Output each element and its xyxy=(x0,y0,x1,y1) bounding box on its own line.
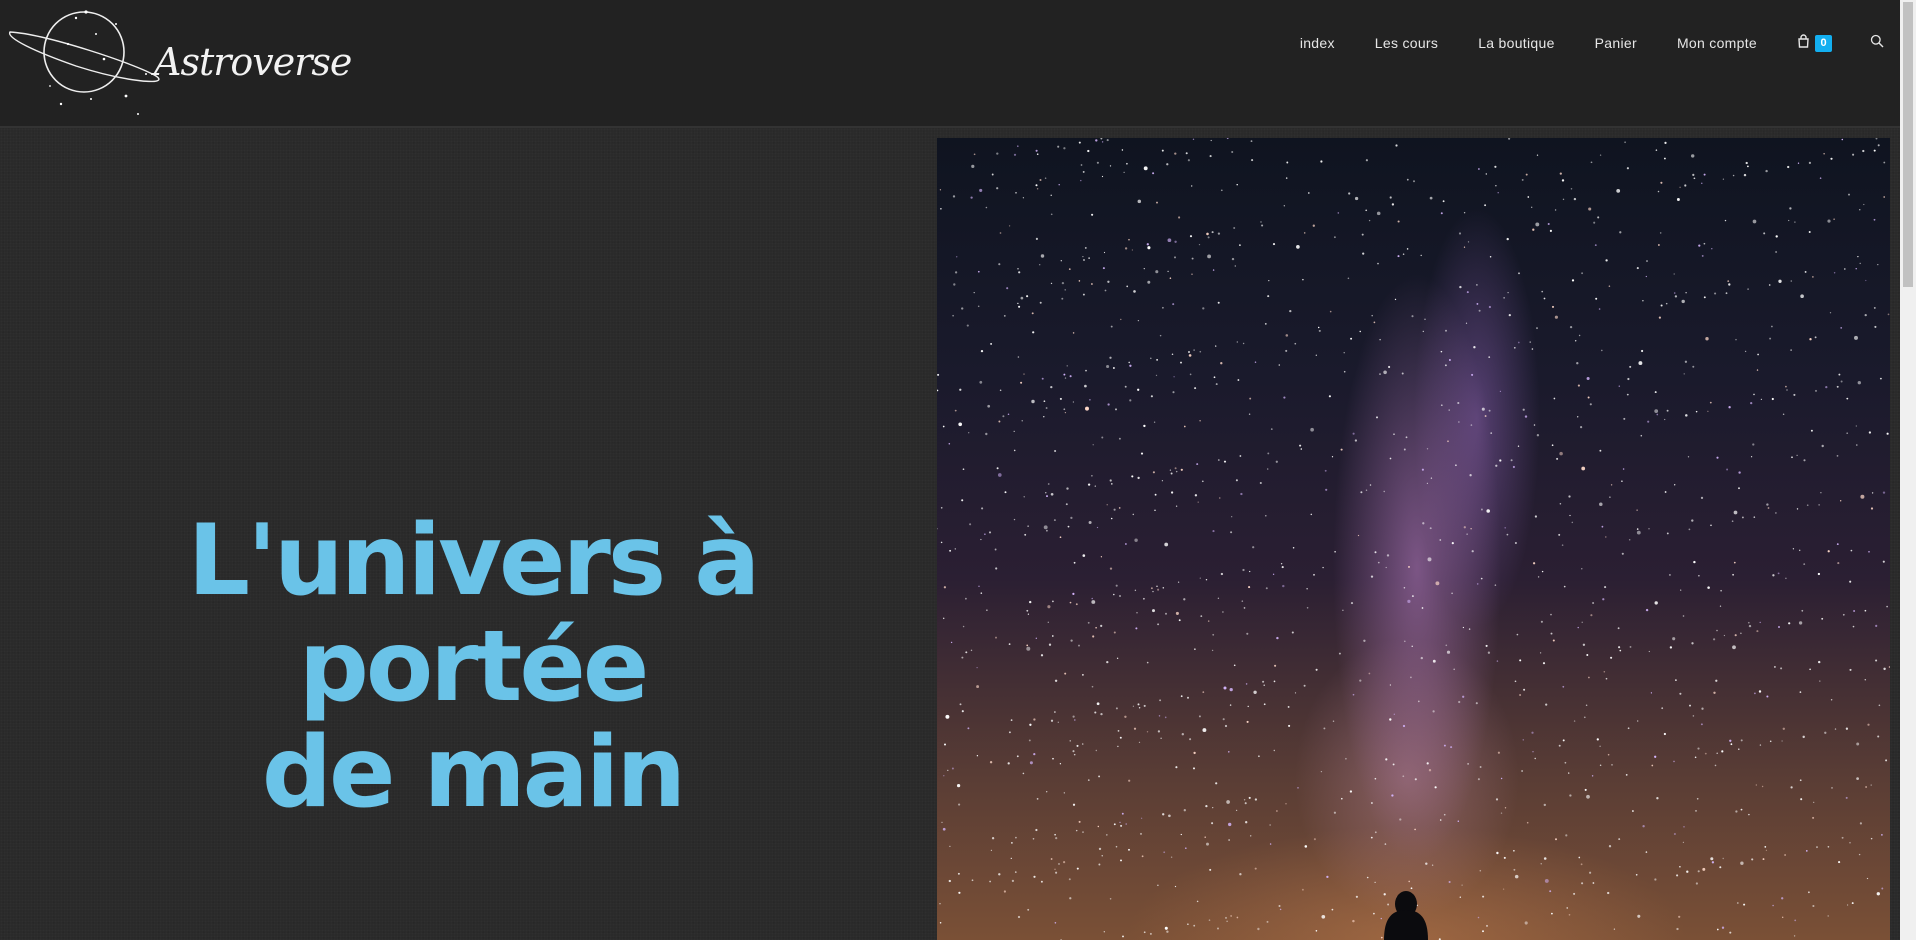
page-scrollbar[interactable] xyxy=(1900,0,1916,940)
nav-item-mon-compte[interactable]: Mon compte xyxy=(1677,35,1757,51)
nav-item-index[interactable]: index xyxy=(1300,35,1335,51)
brand-name: Astroverse xyxy=(154,40,352,84)
cart-button[interactable]: 0 xyxy=(1797,33,1832,53)
search-button[interactable] xyxy=(1870,34,1884,53)
search-icon xyxy=(1870,34,1884,53)
nav-item-la-boutique[interactable]: La boutique xyxy=(1478,35,1554,51)
nav-item-les-cours[interactable]: Les cours xyxy=(1375,35,1438,51)
scrollbar-thumb[interactable] xyxy=(1903,2,1913,287)
night-sky-milky-way-image xyxy=(937,138,1890,940)
site-logo[interactable]: Astroverse xyxy=(6,4,352,126)
nav-item-panier[interactable]: Panier xyxy=(1595,35,1637,51)
person-silhouette xyxy=(1384,891,1428,940)
hero-title-line2: de main xyxy=(261,716,686,830)
hero-title: L'univers à portée de main xyxy=(20,508,925,826)
page: Astroverse index Les cours La boutique P… xyxy=(0,0,1916,940)
shopping-bag-icon xyxy=(1797,33,1810,53)
cart-count-badge: 0 xyxy=(1815,34,1832,52)
hero-title-line1: L'univers à portée xyxy=(187,504,761,724)
main-nav: index Les cours La boutique Panier Mon c… xyxy=(1280,0,1884,86)
site-header: Astroverse index Les cours La boutique P… xyxy=(0,0,1900,128)
